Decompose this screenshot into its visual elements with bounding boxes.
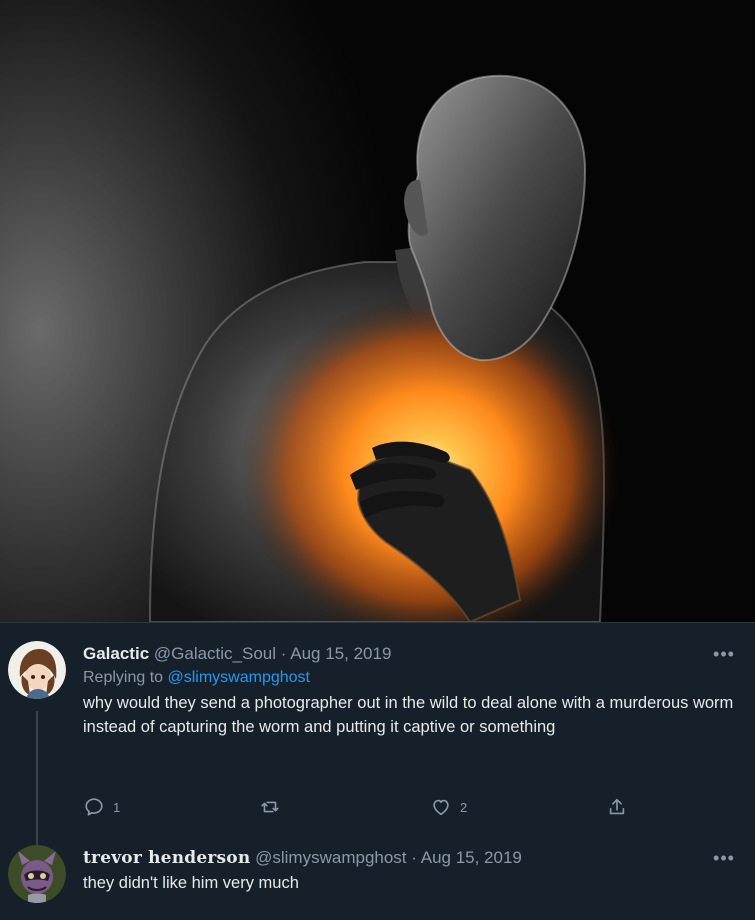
- tweet-header: Galactic @Galactic_Soul · Aug 15, 2019: [83, 643, 735, 665]
- avatar-image: [8, 845, 66, 903]
- display-name[interactable]: trevor henderson: [83, 848, 250, 868]
- retweet-icon: [261, 801, 279, 813]
- tweet-body: trevor henderson @slimyswampghost · Aug …: [83, 847, 735, 895]
- tweet-thread: Galactic @Galactic_Soul · Aug 15, 2019 R…: [0, 622, 755, 920]
- tweet-header: trevor henderson @slimyswampghost · Aug …: [83, 847, 735, 869]
- avatar-image: [8, 641, 66, 699]
- retweet-button[interactable]: [259, 793, 281, 821]
- timestamp[interactable]: Aug 15, 2019: [421, 848, 522, 867]
- like-button[interactable]: 2: [430, 793, 467, 821]
- display-name[interactable]: Galactic: [83, 644, 149, 663]
- glowing-chest-illustration: [148, 74, 620, 622]
- screenshot-root: Galactic @Galactic_Soul · Aug 15, 2019 R…: [0, 0, 755, 920]
- reply-count: 1: [113, 799, 121, 815]
- like-count: 2: [460, 799, 468, 815]
- thread-connector-line: [36, 711, 38, 845]
- more-icon[interactable]: •••: [711, 849, 737, 869]
- tweet-text: they didn't like him very much: [83, 874, 299, 892]
- tweet-trevor-henderson[interactable]: trevor henderson @slimyswampghost · Aug …: [0, 843, 755, 920]
- more-icon[interactable]: •••: [711, 645, 737, 665]
- tweet-image[interactable]: [0, 0, 755, 622]
- reply-button[interactable]: 1: [83, 793, 120, 821]
- tweet-text: why would they send a photographer out i…: [83, 694, 734, 736]
- replying-to-line: Replying to @slimyswampghost: [83, 667, 735, 689]
- separator-dot: ·: [411, 848, 417, 867]
- reply-icon: [85, 798, 103, 816]
- handle[interactable]: @slimyswampghost: [255, 848, 406, 867]
- handle[interactable]: @Galactic_Soul: [154, 644, 276, 663]
- replying-prefix: Replying to: [83, 669, 164, 686]
- tweet-galactic[interactable]: Galactic @Galactic_Soul · Aug 15, 2019 R…: [0, 637, 755, 847]
- avatar-galactic[interactable]: [8, 641, 66, 699]
- replying-mention-link[interactable]: @slimyswampghost: [168, 669, 311, 686]
- tweet-body: Galactic @Galactic_Soul · Aug 15, 2019 R…: [83, 643, 735, 739]
- separator-dot: ·: [280, 644, 287, 663]
- share-icon: [609, 798, 625, 815]
- like-icon: [433, 799, 449, 816]
- avatar-trevor-henderson[interactable]: [8, 845, 66, 903]
- timestamp[interactable]: Aug 15, 2019: [290, 644, 391, 663]
- tweet-actions: 1 2: [83, 793, 643, 821]
- share-button[interactable]: [606, 793, 628, 821]
